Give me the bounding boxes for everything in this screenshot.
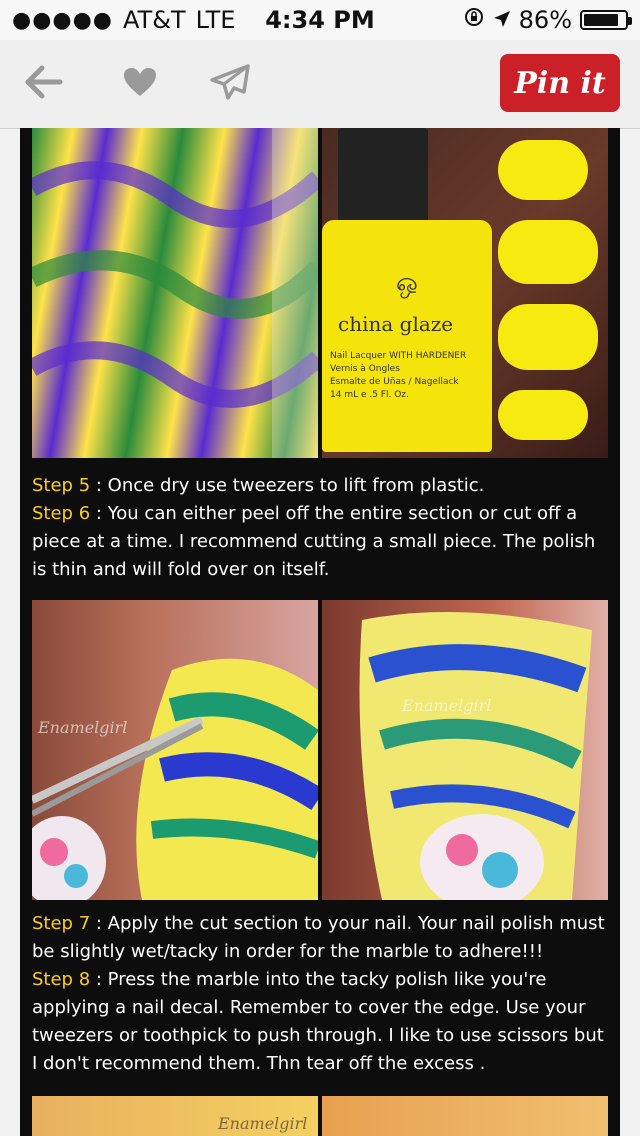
battery-percent: 86% (518, 6, 572, 34)
nail (498, 390, 588, 440)
brand-logo-icon: ஒ (396, 268, 418, 298)
next-step-photo-left: Enamelgirl (32, 1096, 318, 1136)
nail (498, 140, 588, 200)
marble-plastic-photo (32, 128, 318, 458)
polish-bottle-photo: ஒ china glaze Nail Lacquer WITH HARDENER… (322, 128, 608, 458)
watermark: Enamelgirl (402, 696, 492, 715)
send-plane-icon (210, 64, 250, 104)
bottle-cap (338, 128, 428, 224)
step-label: Step 8 (32, 969, 91, 990)
battery-icon (580, 10, 632, 30)
location-icon (493, 6, 511, 34)
bottle-body: ஒ china glaze Nail Lacquer WITH HARDENER… (322, 220, 492, 452)
back-button[interactable] (20, 60, 68, 108)
pin-image-content: ஒ china glaze Nail Lacquer WITH HARDENER… (20, 128, 620, 1136)
like-button[interactable] (116, 60, 164, 108)
send-button[interactable] (206, 60, 254, 108)
step-label: Step 6 (32, 503, 91, 524)
bottle-line: 14 mL e .5 Fl. Oz. (330, 390, 409, 400)
tweezers-lift-photo: Enamelgirl (32, 600, 318, 900)
rotation-lock-icon (463, 6, 485, 34)
bottle-label-lines: Nail Lacquer WITH HARDENER Vernis à Ongl… (330, 350, 490, 402)
heart-icon (122, 66, 158, 102)
step-text: : You can either peel off the entire sec… (32, 503, 596, 580)
step-label: Step 5 (32, 475, 91, 496)
back-arrow-icon (24, 64, 64, 104)
step-text: : Apply the cut section to your nail. Yo… (32, 913, 605, 962)
caption-steps-7-8: Step 7 : Apply the cut section to your n… (32, 910, 612, 1078)
status-right: 86% (463, 6, 632, 34)
step-text: : Once dry use tweezers to lift from pla… (90, 475, 485, 496)
next-step-photo-right (322, 1096, 608, 1136)
step-text: : Press the marble into the tacky polish… (32, 969, 604, 1074)
marble-applied-photo: Enamelgirl (322, 600, 608, 900)
nail (498, 304, 598, 370)
nail (498, 220, 598, 284)
caption-steps-5-6: Step 5 : Once dry use tweezers to lift f… (32, 472, 612, 584)
bottle-brand: china glaze (338, 312, 454, 336)
bottle-line: Esmalte de Uñas / Nagellack (330, 377, 459, 387)
pin-it-button[interactable]: Pin it (500, 54, 620, 112)
toolbar: Pin it (0, 40, 640, 129)
bottle-line: Nail Lacquer WITH HARDENER (330, 351, 467, 361)
bottle-line: Vernis à Ongles (330, 364, 400, 374)
watermark: Enamelgirl (218, 1114, 308, 1133)
status-bar: ●●●●● AT&T LTE 4:34 PM 86% (0, 0, 640, 40)
watermark: Enamelgirl (38, 718, 128, 737)
step-label: Step 7 (32, 913, 91, 934)
